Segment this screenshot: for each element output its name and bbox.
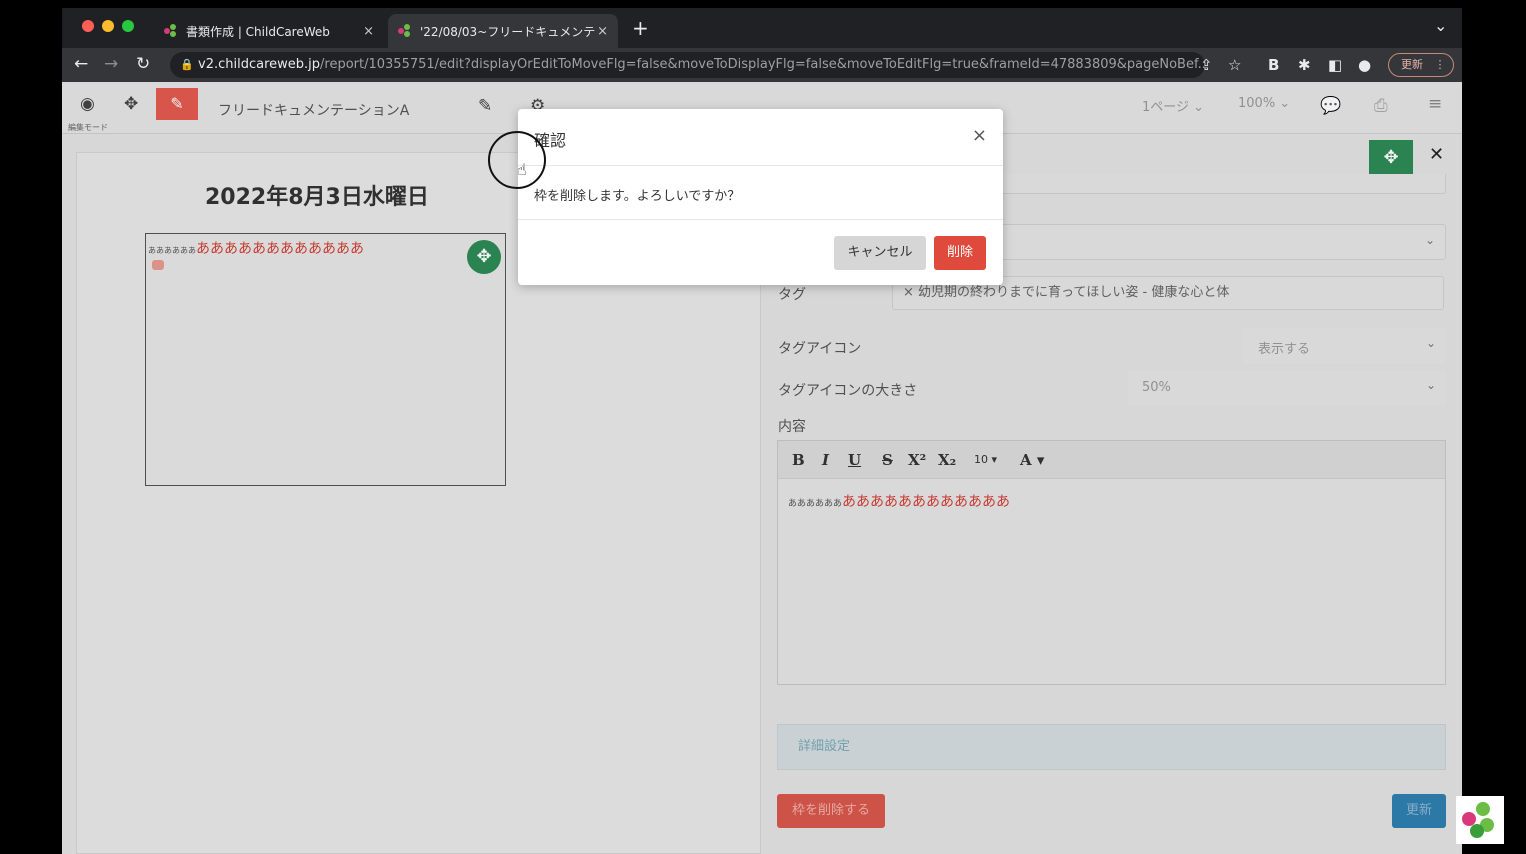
- childcareweb-logo-icon: [398, 24, 412, 38]
- screen-frame: 書類作成 | ChildCareWeb × '22/08/03~フリードキュメン…: [0, 0, 1526, 854]
- sidepanel-icon[interactable]: ◧: [1328, 56, 1342, 74]
- url-input[interactable]: 🔒 v2.childcareweb.jp/report/10355751/edit…: [170, 52, 1205, 78]
- tab-report-edit[interactable]: 書類作成 | ChildCareWeb ×: [154, 14, 384, 48]
- dialog-footer: キャンセル 削除: [518, 219, 1003, 285]
- tab-label: '22/08/03~フリードキュメンテ: [420, 24, 596, 39]
- tab-label: 書類作成 | ChildCareWeb: [186, 24, 330, 39]
- extension-b-icon[interactable]: B: [1268, 56, 1279, 74]
- bookmark-star-icon[interactable]: ☆: [1228, 56, 1241, 74]
- close-window-button[interactable]: [82, 20, 94, 32]
- tab-free-documentation[interactable]: '22/08/03~フリードキュメンテ ×: [388, 14, 618, 48]
- share-icon[interactable]: ⇪: [1200, 56, 1213, 74]
- cancel-button[interactable]: キャンセル: [834, 236, 926, 270]
- more-menu-icon: ⋮: [1434, 58, 1446, 71]
- reload-icon[interactable]: ↻: [136, 54, 150, 74]
- tab-bar: 書類作成 | ChildCareWeb × '22/08/03~フリードキュメン…: [62, 8, 1462, 48]
- lock-icon: 🔒: [180, 58, 194, 71]
- browser-window: 書類作成 | ChildCareWeb × '22/08/03~フリードキュメン…: [62, 8, 1462, 854]
- hand-cursor-icon: ☝: [517, 160, 527, 179]
- address-bar-row: ← → ↻ 🔒 v2.childcareweb.jp/report/1035575…: [62, 48, 1462, 82]
- childcareweb-corner-logo: [1456, 796, 1504, 844]
- browser-update-button[interactable]: 更新 ⋮: [1388, 53, 1454, 77]
- delete-confirm-button[interactable]: 削除: [934, 236, 986, 270]
- forward-arrow-icon[interactable]: →: [104, 54, 118, 74]
- close-tab-icon[interactable]: ×: [597, 24, 608, 39]
- dialog-header: 確認 ×: [518, 109, 1003, 166]
- childcareweb-logo-icon: [164, 24, 178, 38]
- maximize-window-button[interactable]: [122, 20, 134, 32]
- url-path: /report/10355751/edit?displayOrEditToMov…: [320, 57, 1205, 72]
- tab-search-chevron-icon[interactable]: ⌄: [1434, 16, 1447, 35]
- url-host: v2.childcareweb.jp: [198, 57, 321, 72]
- extensions-puzzle-icon[interactable]: ✱: [1298, 56, 1311, 74]
- dialog-message: 枠を削除します。よろしいですか？: [534, 189, 741, 204]
- back-arrow-icon[interactable]: ←: [74, 54, 88, 74]
- profile-avatar-icon[interactable]: ●: [1358, 56, 1371, 74]
- dialog-close-icon[interactable]: ×: [972, 125, 987, 146]
- confirm-dialog: 確認 × 枠を削除します。よろしいですか？ キャンセル 削除: [518, 109, 1003, 285]
- new-tab-button[interactable]: +: [632, 16, 649, 40]
- minimize-window-button[interactable]: [102, 20, 114, 32]
- close-tab-icon[interactable]: ×: [363, 24, 374, 39]
- update-label: 更新: [1401, 58, 1423, 71]
